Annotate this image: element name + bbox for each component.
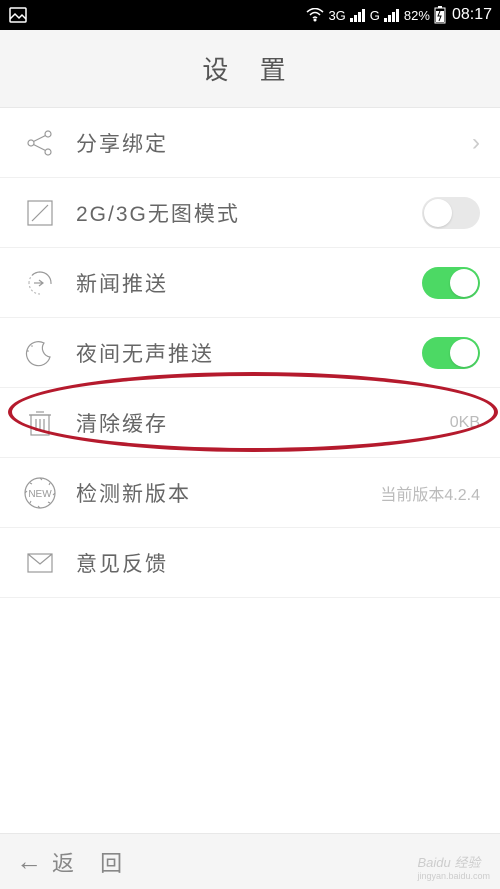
toggle-no-image[interactable]	[422, 197, 480, 229]
row-label: 清除缓存	[76, 408, 450, 438]
battery-icon	[434, 6, 446, 24]
svg-text:NEW: NEW	[28, 489, 52, 500]
row-label: 意见反馈	[76, 548, 480, 578]
row-clear-cache[interactable]: 清除缓存 0KB	[0, 388, 500, 458]
watermark: Baidu 经验 jingyan.baidu.com	[417, 852, 490, 881]
signal-icon-1	[350, 8, 366, 22]
status-bar: 3G G 82% 08:17	[0, 0, 500, 30]
row-feedback[interactable]: 意见反馈	[0, 528, 500, 598]
row-news-push[interactable]: 新闻推送	[0, 248, 500, 318]
row-label: 新闻推送	[76, 268, 422, 298]
row-label: 检测新版本	[76, 478, 380, 508]
network-label-2: G	[370, 8, 380, 23]
picture-icon	[8, 5, 28, 25]
trash-icon	[22, 405, 58, 441]
page-title: 设 置	[202, 50, 297, 87]
new-badge-icon: NEW	[22, 475, 58, 511]
news-icon	[22, 265, 58, 301]
share-icon	[22, 125, 58, 161]
row-label: 夜间无声推送	[76, 338, 422, 368]
toggle-news-push[interactable]	[422, 267, 480, 299]
chevron-right-icon: ›	[472, 129, 480, 157]
row-label: 2G/3G无图模式	[76, 198, 422, 228]
settings-list: 分享绑定 › 2G/3G无图模式 新闻推送 夜间无声推送	[0, 108, 500, 598]
row-check-update[interactable]: NEW 检测新版本 当前版本4.2.4	[0, 458, 500, 528]
wifi-icon	[306, 8, 324, 22]
time-label: 08:17	[452, 6, 492, 24]
row-no-image-mode[interactable]: 2G/3G无图模式	[0, 178, 500, 248]
row-share-binding[interactable]: 分享绑定 ›	[0, 108, 500, 178]
footer-bar: ← 返 回 Baidu 经验 jingyan.baidu.com	[0, 833, 500, 889]
page-header: 设 置	[0, 30, 500, 108]
moon-icon	[22, 335, 58, 371]
slash-box-icon	[22, 195, 58, 231]
cache-size-value: 0KB	[450, 414, 480, 432]
version-value: 当前版本4.2.4	[380, 481, 480, 505]
network-label-1: 3G	[328, 8, 345, 23]
envelope-icon	[22, 545, 58, 581]
back-arrow-icon[interactable]: ←	[16, 846, 42, 877]
row-night-silent-push[interactable]: 夜间无声推送	[0, 318, 500, 388]
back-button[interactable]: 返 回	[52, 846, 132, 878]
battery-label: 82%	[404, 8, 430, 23]
signal-icon-2	[384, 8, 400, 22]
toggle-night-silent[interactable]	[422, 337, 480, 369]
row-label: 分享绑定	[76, 128, 472, 158]
